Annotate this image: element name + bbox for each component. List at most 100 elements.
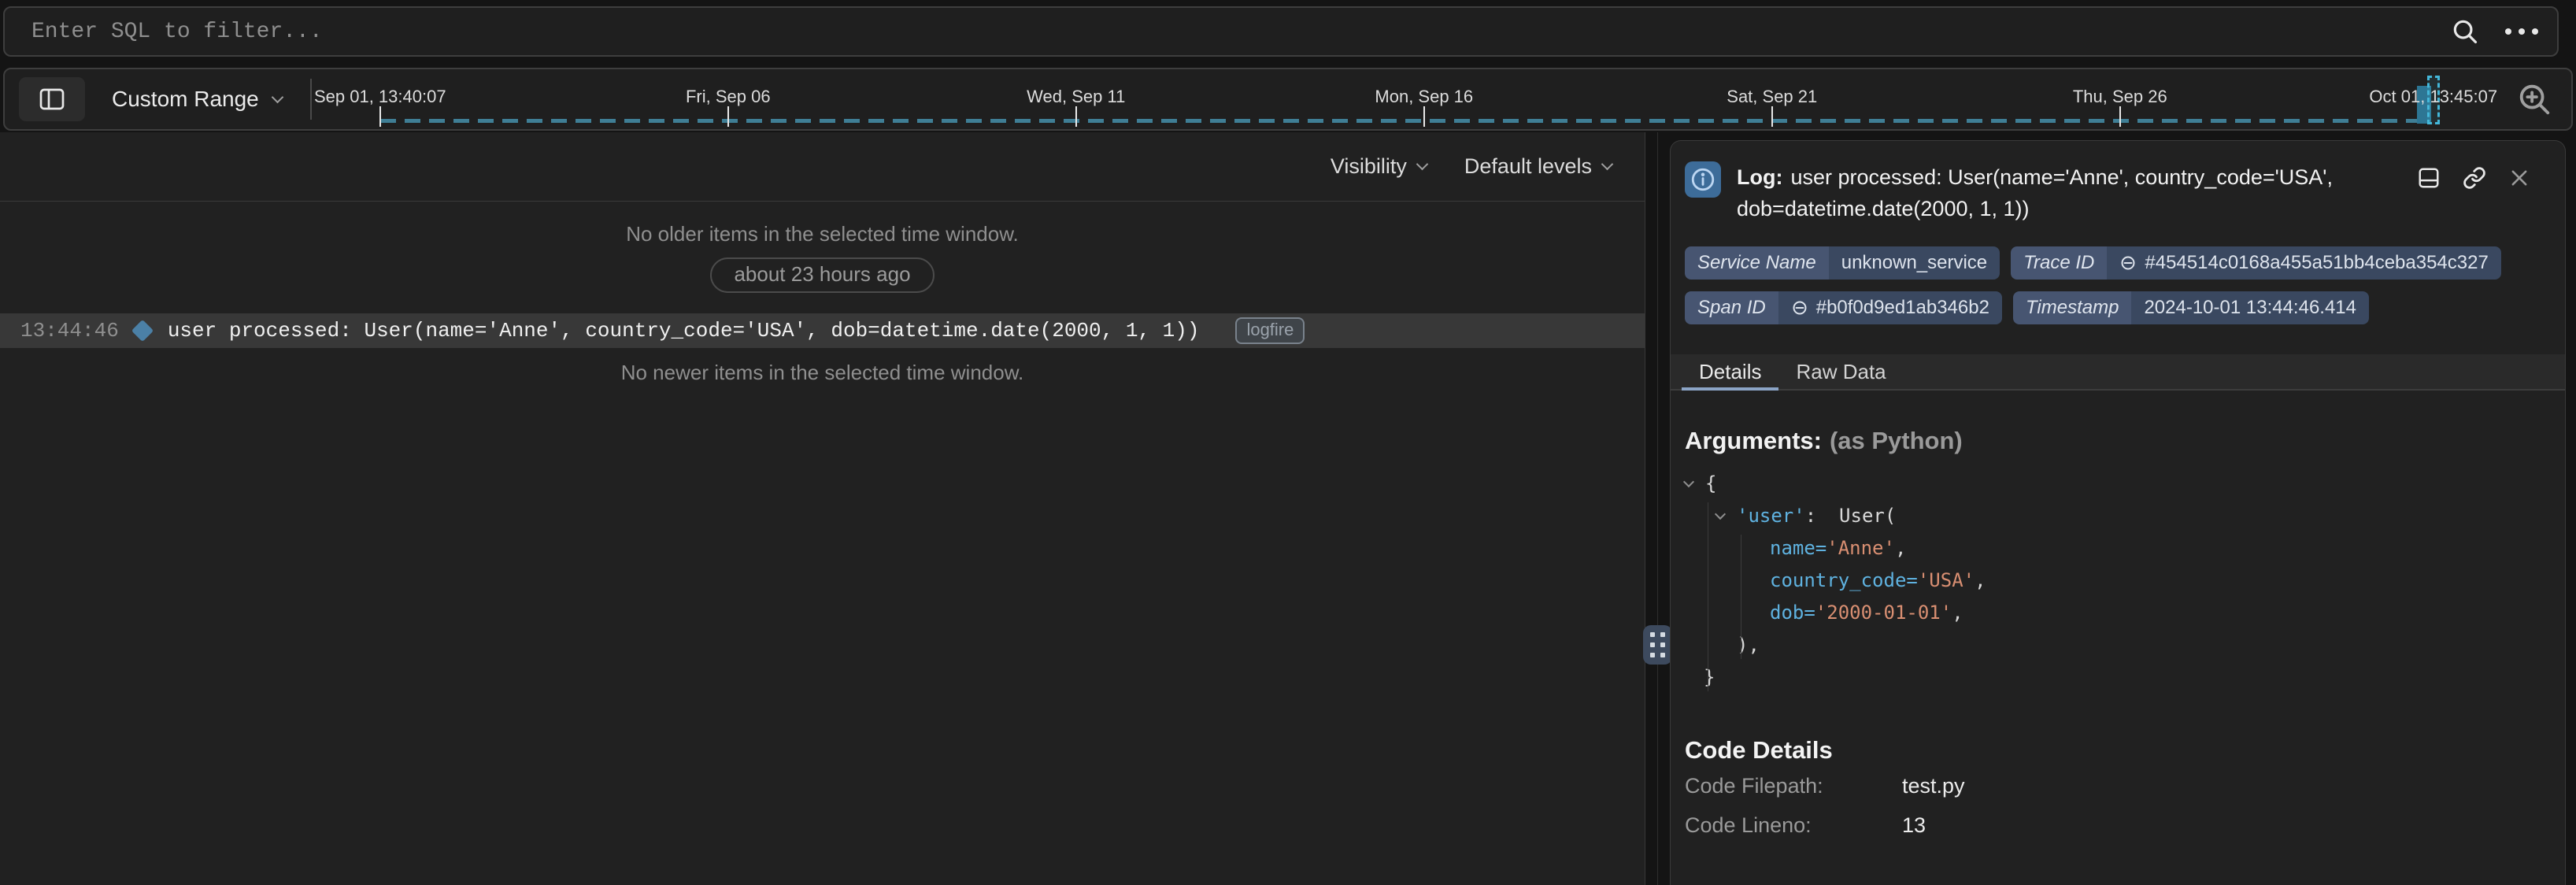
sql-filter-bar	[3, 6, 2559, 57]
sql-filter-input[interactable]	[31, 20, 2450, 44]
badge-value[interactable]: #b0f0d9ed1ab346b2	[1778, 291, 2002, 324]
tab-raw-data[interactable]: Raw Data	[1778, 354, 1903, 389]
code-token: name=	[1770, 532, 1827, 565]
code-line: country_code='USA',	[1685, 565, 2552, 597]
log-row-time: 13:44:46	[20, 319, 119, 343]
splitter-grip-icon[interactable]	[1643, 625, 1672, 665]
badge-value: unknown_service	[1829, 246, 2000, 280]
code-token: country_code=	[1770, 565, 1918, 597]
code-token: {	[1705, 468, 1716, 500]
timeline-tick-label: Sat, Sep 21	[1727, 87, 1817, 107]
code-token: 'Anne'	[1827, 532, 1895, 565]
arguments-note: (as Python)	[1830, 427, 1963, 454]
code-detail-label: Code Lineno:	[1685, 807, 1902, 843]
timeline-tick-mark	[1423, 106, 1425, 127]
log-list-toolbar: Visibility Default levels	[0, 132, 1645, 202]
timeline-tick-mark	[1075, 106, 1077, 127]
code-token: dob=	[1770, 597, 1815, 629]
ellipsis-menu-icon[interactable]	[2500, 24, 2543, 39]
code-line: name='Anne',	[1685, 532, 2552, 565]
search-icon[interactable]	[2450, 17, 2480, 46]
timeline-strip[interactable]: Oct 01, 13:45:07 Sep 01, 13:40:07 Fri, Se…	[312, 69, 2508, 129]
time-range-label: Custom Range	[112, 87, 259, 112]
badge-value: 2024-10-01 13:44:46.414	[2131, 291, 2369, 324]
log-row-message: user processed: User(name='Anne', countr…	[168, 319, 1200, 343]
metadata-badges: Service Nameunknown_service Trace ID#4545…	[1685, 246, 2508, 324]
no-newer-items-text: No newer items in the selected time wind…	[0, 361, 1645, 385]
log-row[interactable]: 13:44:46 user processed: User(name='Anne…	[0, 313, 1645, 348]
metadata-badge[interactable]: Span ID#b0f0d9ed1ab346b2	[1685, 291, 2002, 324]
tree-collapse-icon[interactable]	[1715, 508, 1726, 519]
code-token: : User(	[1805, 500, 1897, 532]
timeline-tick-mark	[2119, 106, 2121, 127]
timeline-tick-label: Mon, Sep 16	[1375, 87, 1473, 107]
timeline-range-dashline	[380, 119, 2417, 123]
arguments-label: Arguments:	[1685, 427, 1822, 454]
badge-label: Trace ID	[2011, 246, 2107, 280]
code-token: ,	[1895, 532, 1906, 565]
code-token: ,	[1952, 597, 1963, 629]
detail-panel: Log:user processed: User(name='Anne', co…	[1670, 132, 2576, 885]
code-detail-label: Code Filepath:	[1685, 768, 1902, 804]
metadata-badge[interactable]: Trace ID#454514c0168a455a51bb4ceba354c32…	[2011, 246, 2501, 280]
code-detail-value: test.py	[1902, 768, 1965, 804]
timeline-bar: Custom Range Oct 01, 13:45:07 Sep 01, 13…	[3, 68, 2573, 131]
chevron-down-icon	[271, 91, 283, 103]
metadata-badge: Timestamp2024-10-01 13:44:46.414	[2013, 291, 2369, 324]
code-line: ),	[1685, 629, 2552, 661]
detail-title-kind: Log:	[1737, 165, 1782, 189]
arguments-heading: Arguments: (as Python)	[1685, 427, 2552, 455]
code-token: 'user'	[1737, 500, 1805, 532]
code-token: '2000-01-01'	[1815, 597, 1952, 629]
zoom-in-icon[interactable]	[2516, 81, 2552, 117]
badge-value[interactable]: #454514c0168a455a51bb4ceba354c327	[2107, 246, 2500, 280]
panel-splitter[interactable]	[1645, 132, 1670, 885]
link-icon	[2119, 254, 2137, 272]
timeline-tick-mark	[1771, 106, 1773, 127]
code-line: }	[1685, 661, 2552, 694]
code-details-rows: Code Filepath:test.pyCode Lineno:13	[1685, 768, 2552, 843]
detail-title: Log:user processed: User(name='Anne', co…	[1737, 161, 2417, 224]
timeline-tick-mark	[727, 106, 729, 127]
code-detail-row: Code Lineno:13	[1685, 807, 2552, 843]
no-older-items-text: No older items in the selected time wind…	[0, 222, 1645, 246]
tab-details[interactable]: Details	[1682, 354, 1778, 389]
chevron-down-icon	[1416, 158, 1429, 171]
code-details-heading: Code Details	[1685, 736, 2552, 765]
log-list-body: No older items in the selected time wind…	[0, 202, 1645, 885]
visibility-dropdown[interactable]: Visibility	[1331, 154, 1427, 179]
timeline-tick-label: Sep 01, 13:40:07	[314, 87, 446, 107]
badge-label: Service Name	[1685, 246, 1829, 280]
panel-bottom-icon[interactable]	[2417, 166, 2441, 190]
default-levels-label: Default levels	[1464, 154, 1592, 179]
timeline-tick-label: Fri, Sep 06	[686, 87, 771, 107]
detail-title-text: user processed: User(name='Anne', countr…	[1737, 165, 2333, 220]
info-diamond-icon	[131, 320, 154, 342]
code-line: 'user': User(	[1685, 500, 2552, 532]
badge-label: Timestamp	[2013, 291, 2131, 324]
time-ago-badge[interactable]: about 23 hours ago	[710, 257, 934, 293]
timeline-end-label: Oct 01, 13:45:07	[2369, 87, 2497, 107]
link-icon[interactable]	[2463, 166, 2486, 190]
tree-collapse-icon[interactable]	[1683, 476, 1694, 487]
metadata-badge: Service Nameunknown_service	[1685, 246, 2000, 280]
detail-card: Log:user processed: User(name='Anne', co…	[1670, 140, 2566, 885]
code-token: }	[1704, 661, 1715, 694]
code-detail-row: Code Filepath:test.py	[1685, 768, 2552, 804]
detail-actions	[2417, 161, 2552, 190]
detail-header: Log:user processed: User(name='Anne', co…	[1685, 161, 2552, 224]
code-line: dob='2000-01-01',	[1685, 597, 2552, 629]
main-area: Visibility Default levels No older items…	[0, 132, 2576, 885]
timeline-tick-label: Wed, Sep 11	[1027, 87, 1125, 107]
chevron-down-icon	[1601, 158, 1614, 171]
default-levels-dropdown[interactable]: Default levels	[1464, 154, 1612, 179]
time-range-selector[interactable]: Custom Range	[112, 87, 282, 112]
timeline-tick-mark	[379, 106, 381, 127]
sidebar-toggle-icon[interactable]	[19, 77, 85, 121]
log-list-panel: Visibility Default levels No older items…	[0, 132, 1645, 885]
link-icon	[1791, 299, 1808, 317]
log-row-tag[interactable]: logfire	[1235, 317, 1305, 344]
close-icon[interactable]	[2508, 167, 2530, 189]
detail-tabs: DetailsRaw Data	[1671, 354, 2565, 391]
code-token: 'USA'	[1918, 565, 1975, 597]
